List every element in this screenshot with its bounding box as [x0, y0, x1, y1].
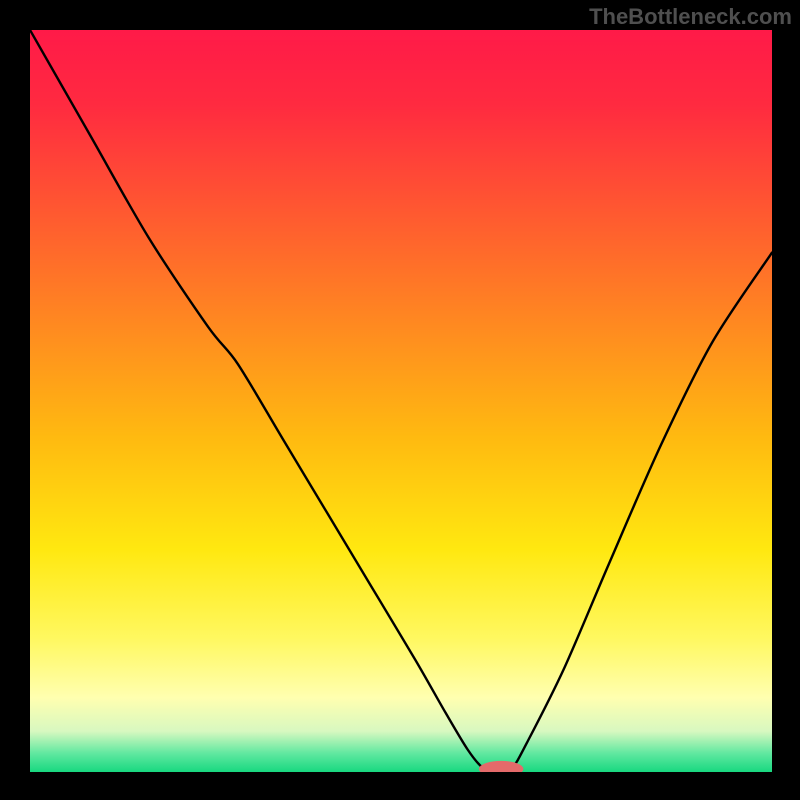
bottleneck-chart [30, 30, 772, 772]
gradient-background [30, 30, 772, 772]
chart-container: TheBottleneck.com [0, 0, 800, 800]
plot-area [30, 30, 772, 772]
watermark-text: TheBottleneck.com [589, 4, 792, 30]
